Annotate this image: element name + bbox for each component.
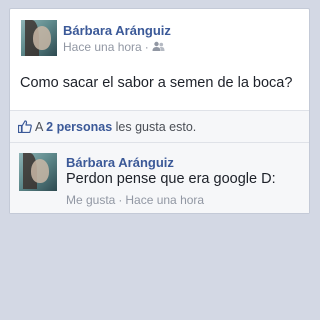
likes-count-link[interactable]: 2 personas bbox=[46, 120, 112, 134]
comment-meta: Me gusta · Hace una hora bbox=[66, 193, 204, 207]
thumbs-up-icon bbox=[17, 120, 32, 138]
comment-author-avatar[interactable] bbox=[19, 153, 57, 191]
author-avatar[interactable] bbox=[21, 20, 57, 56]
meta-separator: · bbox=[144, 40, 149, 54]
comment-author-name[interactable]: Bárbara Aránguiz bbox=[66, 155, 174, 170]
friends-icon bbox=[152, 41, 165, 55]
post-body-text: Como sacar el sabor a semen de la boca? bbox=[20, 75, 293, 91]
comment-timestamp[interactable]: Hace una hora bbox=[125, 193, 204, 207]
likes-summary-bar: A 2 personas les gusta esto. bbox=[10, 110, 309, 143]
likes-suffix: les gusta esto. bbox=[115, 120, 197, 134]
post-timestamp[interactable]: Hace una hora bbox=[63, 40, 142, 54]
post-meta: Hace una hora · bbox=[63, 40, 165, 55]
comment-like-button[interactable]: Me gusta bbox=[66, 193, 115, 207]
comment-meta-separator: · bbox=[118, 193, 123, 207]
comment-text: Perdon pense que era google D: bbox=[66, 171, 276, 187]
post-card: Bárbara Aránguiz Hace una hora · Como sac… bbox=[9, 8, 310, 214]
comment-item: Bárbara Aránguiz Perdon pense que era go… bbox=[10, 143, 309, 213]
post-author-name[interactable]: Bárbara Aránguiz bbox=[63, 23, 171, 38]
likes-text: A 2 personas les gusta esto. bbox=[35, 120, 196, 134]
likes-prefix: A bbox=[35, 120, 43, 134]
